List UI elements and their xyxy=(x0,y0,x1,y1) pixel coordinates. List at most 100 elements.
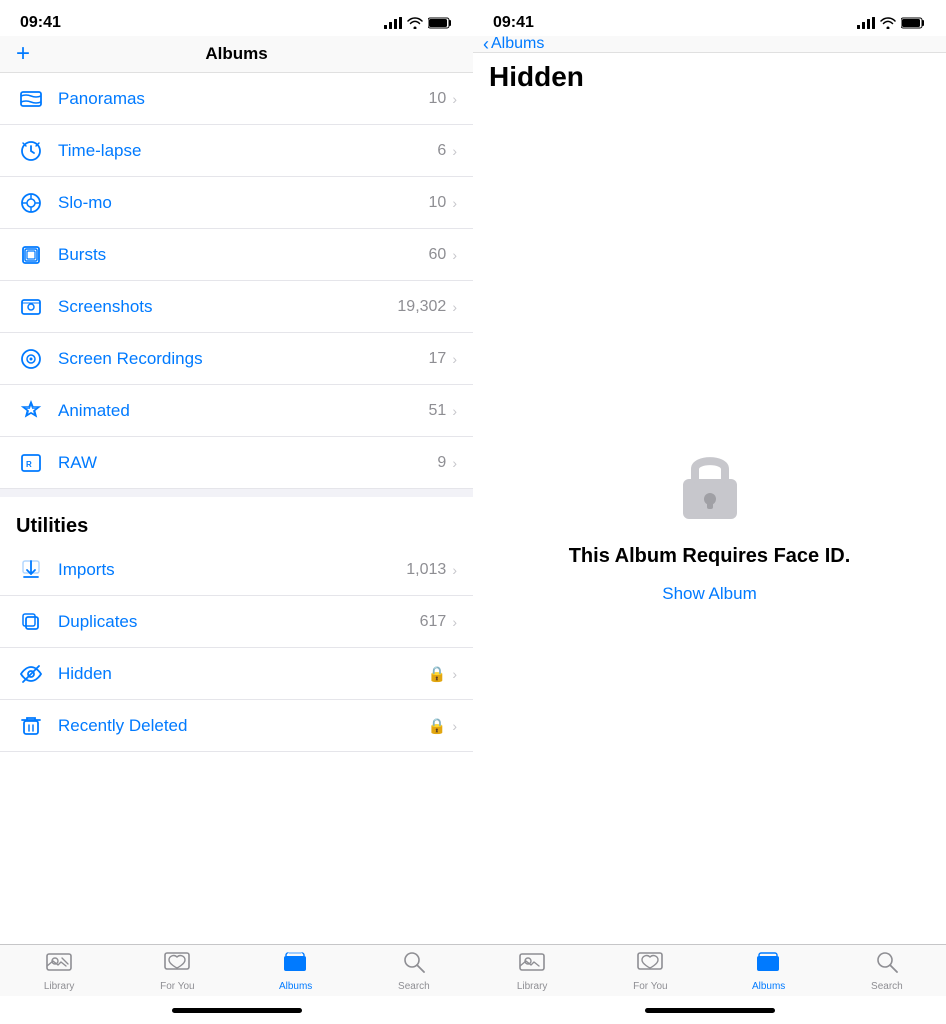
list-item-screenrecordings[interactable]: Screen Recordings 17 › xyxy=(0,333,473,385)
left-status-bar: 09:41 xyxy=(0,0,473,36)
right-foryou-icon xyxy=(637,951,663,979)
screenshots-icon xyxy=(16,295,46,319)
screenrecordings-label: Screen Recordings xyxy=(58,349,429,369)
right-search-icon xyxy=(876,951,898,979)
hidden-page-title: Hidden xyxy=(473,53,946,99)
list-item-animated[interactable]: Animated 51 › xyxy=(0,385,473,437)
hidden-screen-content: This Album Requires Face ID. Show Album xyxy=(473,99,946,944)
imports-icon xyxy=(16,558,46,582)
albums-title: Albums xyxy=(205,44,267,64)
right-panel: 09:41 ‹ Albums Hi xyxy=(473,0,946,1024)
screenrecordings-icon xyxy=(16,347,46,371)
tab-library[interactable]: Library xyxy=(0,951,118,992)
list-item-bursts[interactable]: Bursts 60 › xyxy=(0,229,473,281)
albums-tab-label: Albums xyxy=(279,981,312,992)
list-item-screenshots[interactable]: Screenshots 19,302 › xyxy=(0,281,473,333)
screenrecordings-chevron: › xyxy=(452,351,457,367)
wifi-icon xyxy=(407,17,423,29)
recentlydeleted-lock-icon: 🔒 xyxy=(428,717,447,735)
right-home-indicator xyxy=(473,996,946,1024)
recentlydeleted-chevron: › xyxy=(452,718,457,734)
list-item-raw[interactable]: R RAW 9 › xyxy=(0,437,473,489)
right-tab-albums[interactable]: Albums xyxy=(710,951,828,992)
recentlydeleted-label: Recently Deleted xyxy=(58,716,428,736)
slomo-label: Slo-mo xyxy=(58,193,429,213)
timelapse-label: Time-lapse xyxy=(58,141,437,161)
foryou-tab-label: For You xyxy=(160,981,194,992)
list-item-recentlydeleted[interactable]: Recently Deleted 🔒 › xyxy=(0,700,473,752)
list-item-panoramas[interactable]: Panoramas 10 › xyxy=(0,73,473,125)
battery-icon xyxy=(428,17,453,29)
panoramas-label: Panoramas xyxy=(58,89,429,109)
right-status-bar: 09:41 xyxy=(473,0,946,36)
bursts-icon xyxy=(16,243,46,267)
animated-label: Animated xyxy=(58,401,429,421)
list-item-imports[interactable]: Imports 1,013 › xyxy=(0,544,473,596)
signal-icon-right xyxy=(857,17,875,29)
right-library-tab-label: Library xyxy=(517,981,548,992)
raw-label: RAW xyxy=(58,453,437,473)
face-id-title: This Album Requires Face ID. xyxy=(569,545,851,568)
foryou-icon xyxy=(164,951,190,979)
right-search-tab-label: Search xyxy=(871,981,903,992)
utilities-divider xyxy=(0,489,473,497)
list-item-timelapse[interactable]: Time-lapse 6 › xyxy=(0,125,473,177)
screenrecordings-count: 17 xyxy=(429,350,447,368)
battery-icon-right xyxy=(901,17,926,29)
slomo-icon xyxy=(16,191,46,215)
duplicates-icon xyxy=(16,610,46,634)
albums-scroll[interactable]: Panoramas 10 › Time-lapse 6 › xyxy=(0,73,473,944)
back-button[interactable]: ‹ Albums xyxy=(483,34,544,55)
left-status-icons xyxy=(384,17,453,29)
svg-text:R: R xyxy=(26,460,32,469)
bursts-label: Bursts xyxy=(58,245,429,265)
right-tab-bar: Library For You Albums xyxy=(473,944,946,996)
recentlydeleted-icon xyxy=(16,714,46,738)
animated-count: 51 xyxy=(429,402,447,420)
timelapse-count: 6 xyxy=(437,142,446,160)
animated-chevron: › xyxy=(452,403,457,419)
right-status-icons xyxy=(857,17,926,29)
left-nav-bar: + Albums xyxy=(0,36,473,73)
panoramas-count: 10 xyxy=(429,90,447,108)
signal-icon xyxy=(384,17,402,29)
left-home-indicator xyxy=(0,996,473,1024)
add-button[interactable]: + xyxy=(16,40,30,68)
tab-foryou[interactable]: For You xyxy=(118,951,236,992)
lock-icon-large xyxy=(670,439,750,529)
list-item-slomo[interactable]: Slo-mo 10 › xyxy=(0,177,473,229)
left-panel: 09:41 + Albums xyxy=(0,0,473,1024)
hidden-icon xyxy=(16,662,46,686)
right-tab-library[interactable]: Library xyxy=(473,951,591,992)
duplicates-label: Duplicates xyxy=(58,612,420,632)
right-albums-tab-label: Albums xyxy=(752,981,785,992)
list-item-hidden[interactable]: Hidden 🔒 › xyxy=(0,648,473,700)
library-tab-label: Library xyxy=(44,981,75,992)
right-tab-foryou[interactable]: For You xyxy=(591,951,709,992)
show-album-button[interactable]: Show Album xyxy=(662,584,757,604)
panoramas-chevron: › xyxy=(452,91,457,107)
imports-count: 1,013 xyxy=(406,561,446,579)
wifi-icon-right xyxy=(880,17,896,29)
right-library-icon xyxy=(519,951,545,979)
albums-icon xyxy=(283,951,309,979)
timelapse-chevron: › xyxy=(452,143,457,159)
right-nav-bar: ‹ Albums xyxy=(473,36,946,53)
back-label: Albums xyxy=(491,35,544,53)
raw-count: 9 xyxy=(437,454,446,472)
tab-search[interactable]: Search xyxy=(355,951,473,992)
tab-albums[interactable]: Albums xyxy=(237,951,355,992)
library-icon xyxy=(46,951,72,979)
hidden-label: Hidden xyxy=(58,664,428,684)
hidden-chevron: › xyxy=(452,666,457,682)
list-item-duplicates[interactable]: Duplicates 617 › xyxy=(0,596,473,648)
search-tab-label: Search xyxy=(398,981,430,992)
right-time: 09:41 xyxy=(493,14,534,32)
imports-label: Imports xyxy=(58,560,406,580)
right-foryou-tab-label: For You xyxy=(633,981,667,992)
panorama-icon xyxy=(16,87,46,111)
back-chevron-icon: ‹ xyxy=(483,34,489,55)
right-tab-search[interactable]: Search xyxy=(828,951,946,992)
left-tab-bar: Library For You Albums xyxy=(0,944,473,996)
screenshots-chevron: › xyxy=(452,299,457,315)
